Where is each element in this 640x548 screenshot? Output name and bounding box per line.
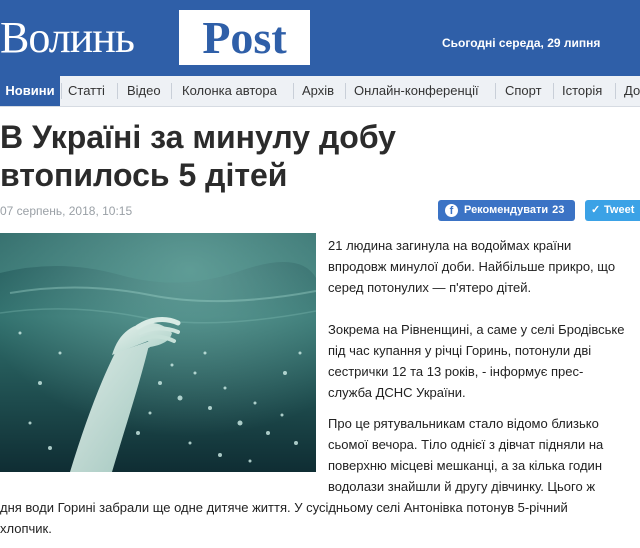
paragraph-line: служба ДСНС України. <box>328 385 466 400</box>
facebook-label-text: Рекомендувати <box>464 204 549 216</box>
paragraph-line: Про це рятувальникам стало відомо близьк… <box>328 416 599 431</box>
nav-item-history[interactable]: Історія <box>562 76 602 106</box>
paragraph-line: впродовж минулої доби. Найбільше прикро,… <box>328 259 616 274</box>
logo-post-box[interactable]: Post <box>179 10 310 65</box>
paragraph-line: сестрички 12 та 13 років, - інформує пре… <box>328 364 584 379</box>
nav-item-sport[interactable]: Спорт <box>505 76 542 106</box>
nav-divider <box>345 83 346 99</box>
nav-divider <box>495 83 496 99</box>
twitter-tweet-button[interactable]: ✓ Tweet <box>585 200 640 221</box>
tweet-label: Tweet <box>604 204 635 216</box>
nav-item-news[interactable]: Новини <box>0 76 60 106</box>
nav-divider <box>171 83 172 99</box>
paragraph-line: хлопчик. <box>0 521 52 536</box>
nav-item-more[interactable]: До <box>624 76 640 106</box>
nav-divider <box>61 83 62 99</box>
nav-item-author-column[interactable]: Колонка автора <box>182 76 277 106</box>
facebook-icon: f <box>445 204 458 217</box>
article-title: В Україні за минулу добу втопилось 5 діт… <box>0 118 640 194</box>
site-header: Волинь Post Сьогодні середа, 29 липня <box>0 0 640 76</box>
nav-divider <box>117 83 118 99</box>
paragraph-line: дня води Горині забрали ще одне дитяче ж… <box>0 500 568 515</box>
nav-divider <box>553 83 554 99</box>
article-paragraph-continued: дня води Горині забрали ще одне дитяче ж… <box>0 497 568 539</box>
nav-item-articles[interactable]: Статті <box>68 76 105 106</box>
nav-item-archive[interactable]: Архів <box>302 76 334 106</box>
paragraph-line: водолази знайшли й другу дівчинку. Цього… <box>328 479 596 494</box>
nav-divider <box>293 83 294 99</box>
facebook-count: 23 <box>552 204 565 216</box>
paragraph-line: сьомої вечора. Тіло однієї з дівчат підн… <box>328 437 604 452</box>
article-paragraph: 21 людина загинула на водоймах країни вп… <box>328 235 615 298</box>
nav-divider <box>615 83 616 99</box>
paragraph-line: поверхню місцеві мешканці, а за кілька г… <box>328 458 603 473</box>
paragraph-line: 21 людина загинула на водоймах країни <box>328 238 572 253</box>
article-paragraph: Зокрема на Рівненщині, а саме у селі Бро… <box>328 319 624 403</box>
article-title-line: втопилось 5 дітей <box>0 157 288 193</box>
article-date: 07 серпень, 2018, 10:15 <box>0 204 133 218</box>
twitter-bird-icon: ✓ <box>591 204 601 216</box>
facebook-recommend-button[interactable]: f Рекомендувати 23 <box>438 200 575 221</box>
current-date: Сьогодні середа, 29 липня <box>442 36 601 50</box>
drowning-hand-underwater-photo-icon <box>0 233 316 472</box>
article-photo <box>0 233 316 472</box>
logo-post-text: Post <box>202 12 287 63</box>
paragraph-line: серед потонулих — п'ятеро дітей. <box>328 280 532 295</box>
nav-item-online-conferences[interactable]: Онлайн-конференції <box>354 76 479 106</box>
article-paragraph: Про це рятувальникам стало відомо близьк… <box>328 413 603 497</box>
paragraph-line: під час купання у річці Горинь, потонули… <box>328 343 592 358</box>
paragraph-line: Зокрема на Рівненщині, а саме у селі Бро… <box>328 322 625 337</box>
logo-volyn-text[interactable]: Волинь <box>0 13 135 63</box>
article-title-line: В Україні за минулу добу <box>0 119 396 155</box>
main-nav: Новини Статті Відео Колонка автора Архів… <box>0 76 640 107</box>
nav-item-video[interactable]: Відео <box>127 76 161 106</box>
facebook-button-label: Рекомендувати 23 <box>464 200 564 221</box>
